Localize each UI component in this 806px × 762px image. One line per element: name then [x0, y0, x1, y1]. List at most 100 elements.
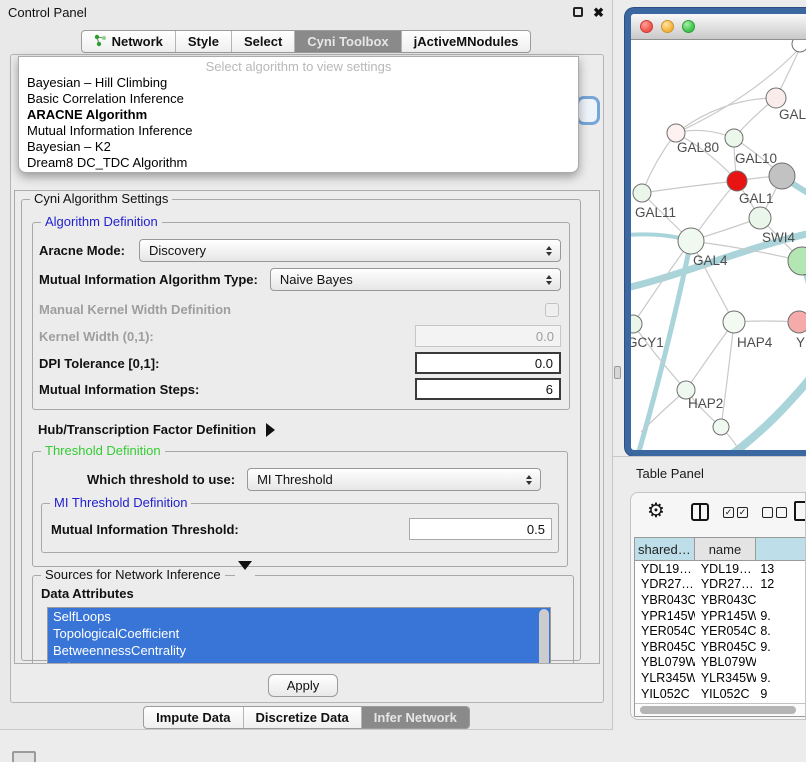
table-row[interactable]: YIL052CYIL052C9 — [635, 686, 806, 702]
zoom-traffic-light-icon[interactable] — [682, 20, 695, 33]
minimize-traffic-light-icon[interactable] — [661, 20, 674, 33]
network-node[interactable] — [633, 184, 651, 202]
network-node[interactable] — [788, 311, 806, 333]
splitter-handle[interactable] — [614, 366, 621, 379]
mi-threshold-definition-group: MI Threshold Definition Mutual Informati… — [41, 503, 559, 553]
attribute-list-scrollbar[interactable] — [539, 609, 549, 664]
mi-algorithm-type-combobox[interactable]: Naive Bayes — [270, 268, 561, 291]
close-traffic-light-icon[interactable] — [640, 20, 653, 33]
sources-collapse-arrow[interactable] — [235, 570, 255, 588]
algorithm-dropdown-item[interactable]: ARACNE Algorithm — [19, 107, 578, 123]
network-node[interactable] — [631, 315, 642, 333]
table-column-header[interactable]: shared… — [635, 538, 695, 560]
network-node[interactable] — [788, 247, 806, 275]
table-cell: YDL19… — [695, 562, 756, 576]
table-row[interactable]: YBL079WYBL079W — [635, 655, 806, 671]
dpi-tolerance-field[interactable]: 0.0 — [415, 352, 561, 374]
table-column-header[interactable] — [756, 538, 806, 560]
table-cell: 13 — [756, 562, 806, 576]
algorithm-dropdown-item[interactable]: Basic Correlation Inference — [19, 91, 578, 107]
table-row[interactable]: YPR145WYPR145W9. — [635, 608, 806, 624]
data-attribute-item[interactable]: SelfLoops — [48, 608, 550, 625]
tab-network[interactable]: Network — [82, 31, 175, 52]
table-cell: YIL052C — [695, 687, 756, 701]
combo-arrows-icon — [546, 246, 552, 256]
table-cell: YDR27… — [695, 577, 756, 591]
network-node[interactable] — [727, 171, 747, 191]
tab-style[interactable]: Style — [175, 31, 231, 52]
which-threshold-combobox[interactable]: MI Threshold — [247, 468, 541, 491]
table-row[interactable]: YER054CYER054C8. — [635, 623, 806, 639]
network-canvas[interactable]: GALGAL80GAL10GAL1GAL11SWI4GAL4GCY1HAP4YH… — [631, 40, 806, 455]
table-cell: YDL19… — [635, 562, 695, 576]
algorithm-definition-group: Algorithm Definition Aracne Mode: Discov… — [32, 222, 570, 410]
table-cell: YBR043C — [635, 593, 695, 607]
data-attribute-item[interactable]: BetweennessCentrality — [48, 642, 550, 659]
mi-type-label: Mutual Information Algorithm Type: — [39, 272, 258, 287]
network-edge[interactable] — [676, 98, 776, 133]
apply-button[interactable]: Apply — [268, 674, 338, 697]
gear-icon[interactable]: ⚙ — [647, 501, 665, 521]
network-node[interactable] — [769, 163, 795, 189]
network-node[interactable] — [792, 40, 806, 52]
node-label: GAL — [779, 107, 806, 122]
unselect-all-columns-icon[interactable] — [762, 507, 787, 518]
algorithm-combobox-focus-ring[interactable] — [576, 96, 600, 125]
table-cell: YER054C — [635, 624, 695, 638]
network-edge-highlighted[interactable] — [727, 370, 806, 455]
expander-arrow-icon — [266, 423, 275, 437]
network-node[interactable] — [749, 207, 771, 229]
tab-discretize-data[interactable]: Discretize Data — [243, 707, 361, 728]
data-attributes-label: Data Attributes — [41, 586, 573, 601]
select-all-columns-icon[interactable]: ✓✓ — [723, 507, 748, 518]
algorithm-dropdown-item[interactable]: Mutual Information Inference — [19, 123, 578, 139]
mi-threshold-field[interactable]: 0.5 — [409, 518, 552, 540]
kernel-width-field[interactable]: 0.0 — [415, 325, 561, 347]
table-row[interactable]: YDR27…YDR27…12 — [635, 577, 806, 593]
network-node[interactable] — [725, 129, 743, 147]
table-row[interactable]: YLR345WYLR345W9. — [635, 670, 806, 686]
algorithm-dropdown-item[interactable]: Bayesian – K2 — [19, 139, 578, 155]
data-attributes-list[interactable]: SelfLoopsTopologicalCoefficientBetweenne… — [47, 607, 551, 664]
mi-steps-field[interactable]: 6 — [415, 378, 561, 400]
algorithm-dropdown-item[interactable]: Dream8 DC_TDC Algorithm — [19, 155, 578, 171]
data-attribute-item[interactable]: gal4RGexp — [48, 659, 550, 664]
table-cell: YBR043C — [695, 593, 756, 607]
algorithm-definition-title: Algorithm Definition — [41, 215, 162, 229]
network-edge[interactable] — [642, 181, 737, 193]
table-row[interactable]: YDL19…YDL19…13 — [635, 561, 806, 577]
data-attribute-item[interactable]: TopologicalCoefficient — [48, 625, 550, 642]
algorithm-dropdown-item[interactable]: Bayesian – Hill Climbing — [19, 75, 578, 91]
table-column-header[interactable]: name — [695, 538, 756, 560]
column-browser-icon[interactable] — [691, 503, 709, 521]
network-window-titlebar[interactable] — [631, 14, 806, 40]
sources-group: Sources for Network Inference Data Attri… — [32, 575, 574, 664]
tab-impute-data[interactable]: Impute Data — [144, 707, 242, 728]
minimized-panel-icon[interactable] — [12, 751, 36, 762]
float-window-icon[interactable] — [573, 7, 583, 17]
table-horizontal-scrollbar[interactable] — [635, 703, 806, 716]
network-node[interactable] — [678, 228, 704, 254]
table-cell: 9. — [756, 671, 806, 685]
tab-jactivemnodules[interactable]: jActiveMNodules — [401, 31, 531, 52]
network-edge[interactable] — [642, 133, 676, 193]
table-body: YDL19…YDL19…13YDR27…YDR27…12YBR043CYBR04… — [635, 561, 806, 702]
dpi-tolerance-label: DPI Tolerance [0,1]: — [39, 356, 159, 371]
tab-infer-network[interactable]: Infer Network — [361, 707, 469, 728]
tab-cyni-toolbox[interactable]: Cyni Toolbox — [294, 31, 400, 52]
table-panel: ⚙ ✓✓ shared…name YDL19…YDL19…13YDR27…YDR… — [630, 492, 806, 720]
tab-select[interactable]: Select — [231, 31, 294, 52]
network-node[interactable] — [723, 311, 745, 333]
network-node[interactable] — [713, 419, 729, 435]
node-label: HAP4 — [737, 335, 773, 350]
new-table-icon[interactable] — [794, 501, 806, 521]
table-row[interactable]: YBR045CYBR045C9. — [635, 639, 806, 655]
close-icon[interactable]: ✖ — [593, 6, 604, 19]
control-panel-title: Control Panel — [8, 5, 87, 20]
hub-definition-expander[interactable]: Hub/Transcription Factor Definition — [38, 422, 580, 437]
settings-scrollpane: Cyni Algorithm Settings Algorithm Defini… — [14, 190, 600, 664]
aracne-mode-combobox[interactable]: Discovery — [139, 239, 561, 262]
manual-kernel-checkbox[interactable] — [545, 303, 559, 317]
table-row[interactable]: YBR043CYBR043C — [635, 592, 806, 608]
network-node[interactable] — [766, 88, 786, 108]
